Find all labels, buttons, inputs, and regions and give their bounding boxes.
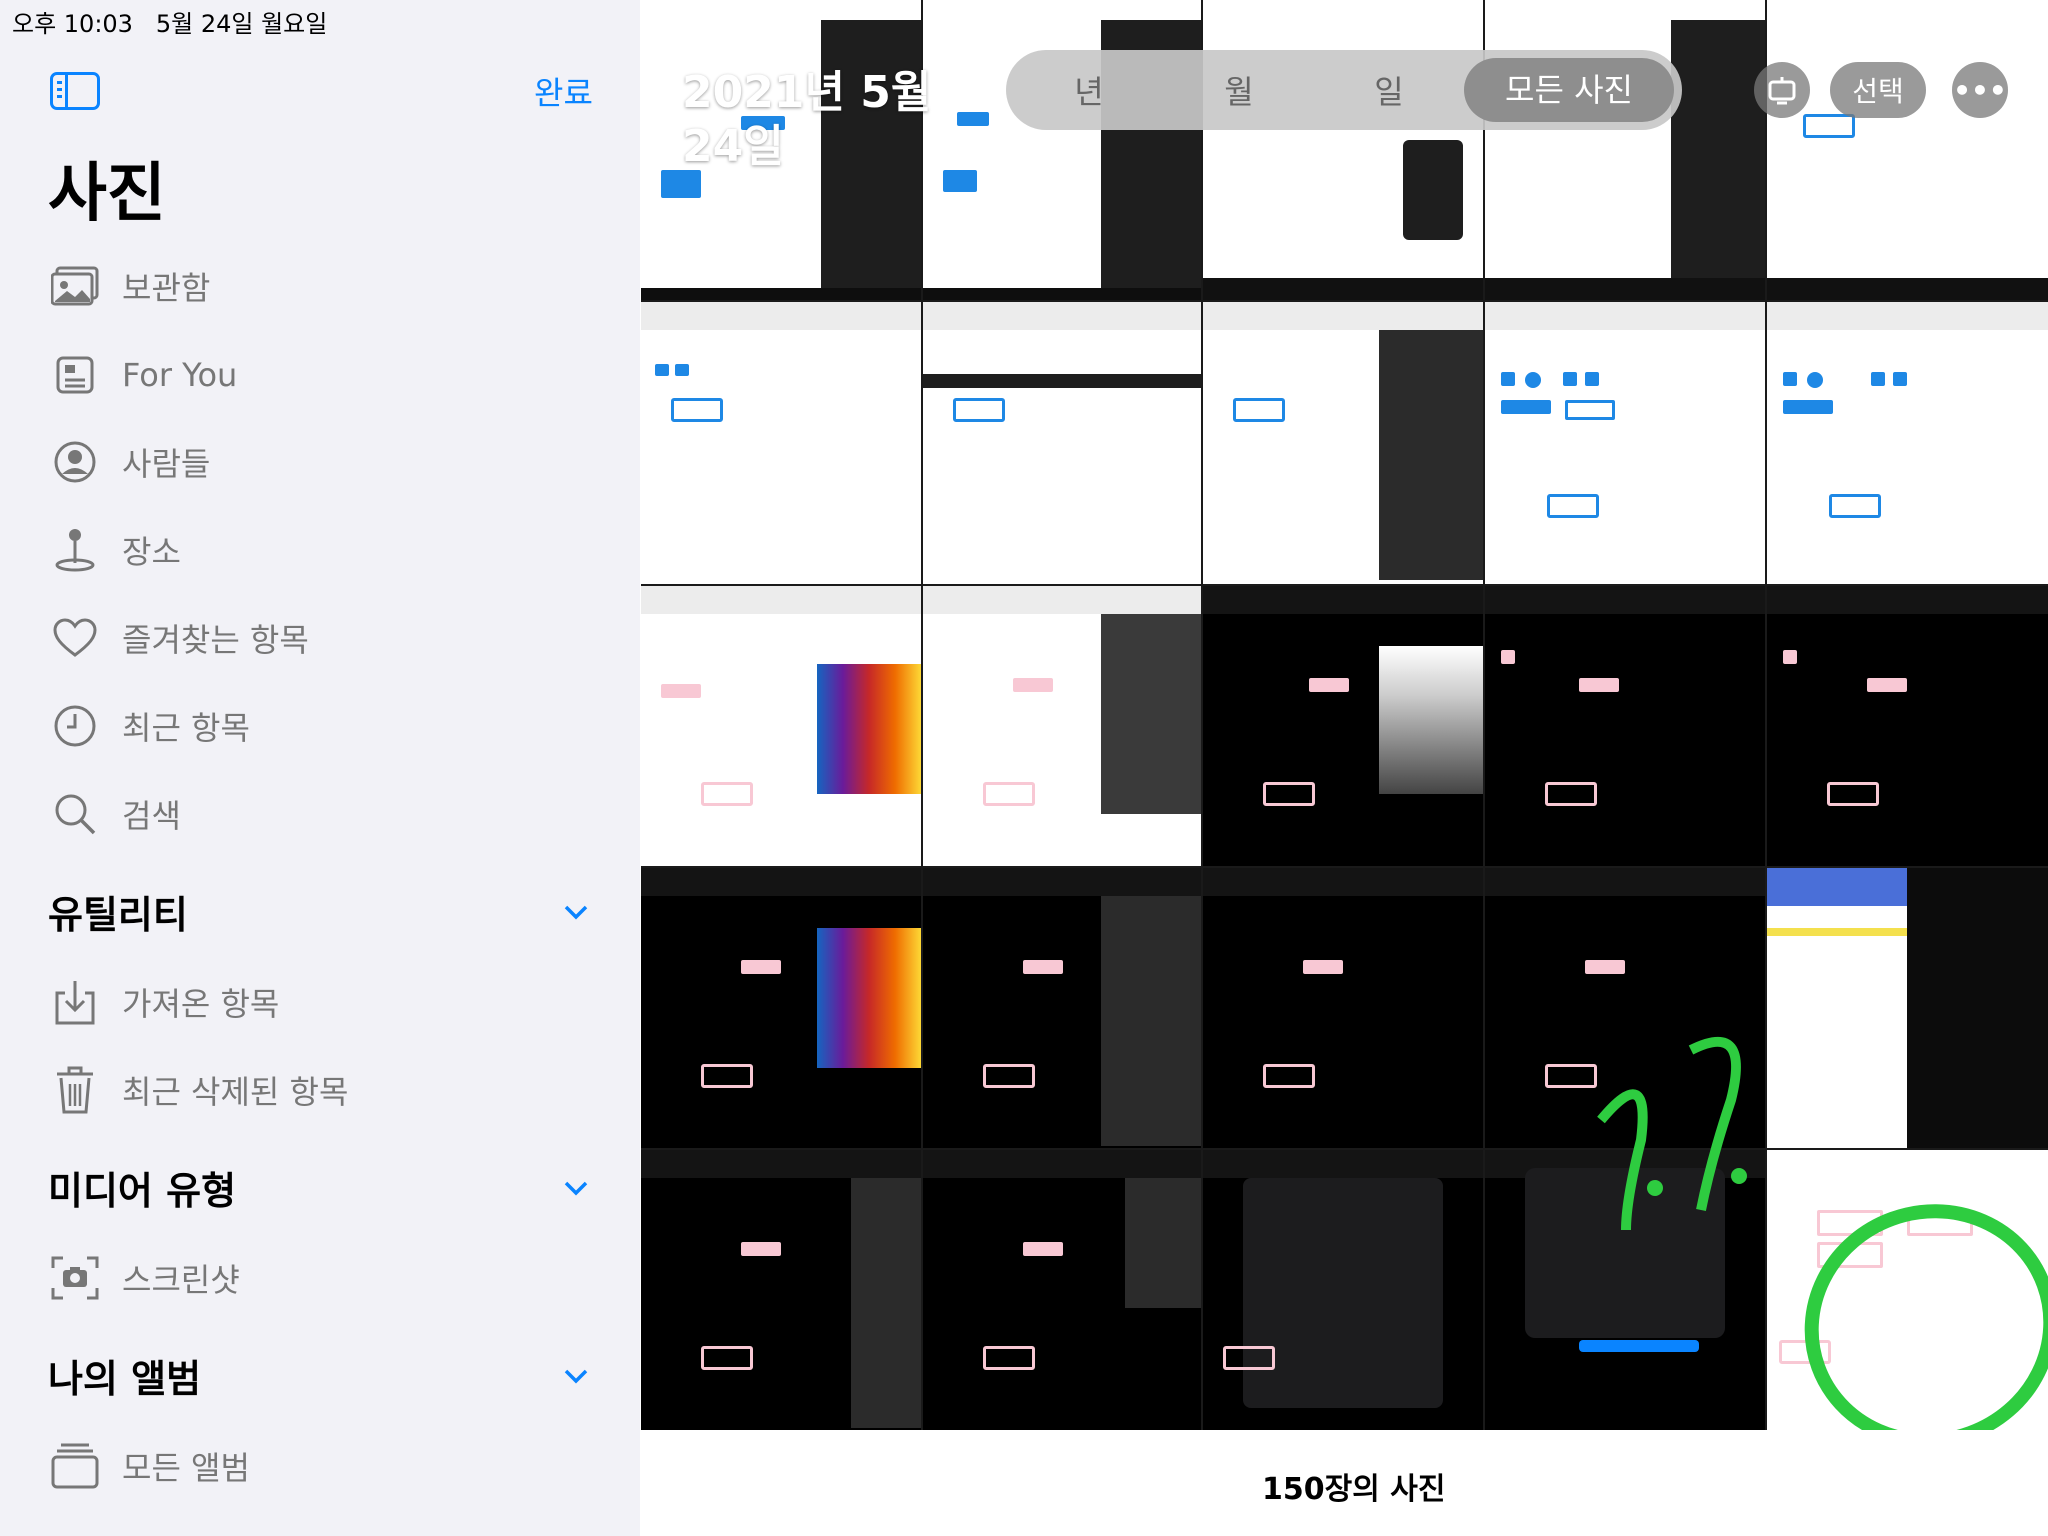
battery-icon <box>1992 6 2040 30</box>
sidebar-item-library[interactable]: 보관함 <box>48 256 210 316</box>
sidebar-item-imports[interactable]: 가져온 항목 <box>48 972 279 1032</box>
sidebar-item-screenshots[interactable]: 스크린샷 <box>48 1248 240 1308</box>
sidebar-item-recents[interactable]: 최근 항목 <box>48 696 250 756</box>
segment-years[interactable]: 년 <box>1014 67 1164 113</box>
section-media-types-title[interactable]: 미디어 유형 <box>48 1160 236 1215</box>
sidebar-item-label: 즐겨찾는 항목 <box>122 621 309 659</box>
sidebar-item-label: 장소 <box>122 533 181 571</box>
photo-library-icon <box>48 259 102 313</box>
sidebar-item-label: 스크린샷 <box>122 1261 240 1299</box>
battery-percent: 74% <box>1928 4 1982 32</box>
status-bar-left: 오후 10:03 5월 24일 월요일 <box>12 4 327 39</box>
trash-icon <box>48 1063 102 1117</box>
done-button[interactable]: 완료 <box>534 68 593 114</box>
slideshow-button[interactable] <box>1754 62 1810 118</box>
section-utilities-title[interactable]: 유틸리티 <box>48 884 188 939</box>
segment-all-photos[interactable]: 모든 사진 <box>1464 58 1674 122</box>
search-icon <box>48 787 102 841</box>
more-button[interactable]: ••• <box>1952 62 2008 118</box>
sidebar-item-label: 보관함 <box>122 269 211 307</box>
photo-count: 150장의 사진 <box>1262 1472 1446 1507</box>
for-you-icon <box>48 348 102 402</box>
sidebar-item-people[interactable]: 사람들 <box>48 432 210 492</box>
sidebar-item-all-albums[interactable]: 모든 앨범 <box>48 1436 250 1496</box>
albums-icon <box>48 1439 102 1493</box>
orientation-lock-icon <box>1897 7 1918 29</box>
sidebar-title: 사진 <box>48 157 166 231</box>
status-date: 5월 24일 월요일 <box>155 10 328 38</box>
photo-grid <box>641 0 2048 1430</box>
sidebar-item-label: 검색 <box>122 797 181 835</box>
chevron-down-icon[interactable] <box>562 898 590 926</box>
sidebar-item-places[interactable]: 장소 <box>48 520 181 580</box>
heart-icon <box>48 611 102 665</box>
sidebar-item-label: 최근 항목 <box>122 709 250 747</box>
sidebar-item-label: 최근 삭제된 항목 <box>122 1073 349 1111</box>
wifi-icon <box>1860 8 1887 27</box>
section-my-albums-title[interactable]: 나의 앨범 <box>48 1348 201 1403</box>
select-button[interactable]: 선택 <box>1830 62 1926 118</box>
status-time: 오후 10:03 <box>12 10 133 38</box>
chevron-down-icon[interactable] <box>562 1174 590 1202</box>
sidebar-item-favorites[interactable]: 즐겨찾는 항목 <box>48 608 309 668</box>
screenshot-icon <box>48 1251 102 1305</box>
status-bar-right: 74% <box>1860 4 2040 32</box>
sidebar-item-search[interactable]: 검색 <box>48 784 181 844</box>
sidebar-item-label: 모든 앨범 <box>122 1449 250 1487</box>
sidebar: 완료 사진 보관함 For You 사람들 장소 즐겨찾는 항목 최근 항목 검… <box>0 0 640 1536</box>
map-pin-icon <box>48 523 102 577</box>
sidebar-item-label: 가져온 항목 <box>122 985 280 1023</box>
sidebar-item-for-you[interactable]: For You <box>48 345 237 405</box>
person-icon <box>48 435 102 489</box>
segment-months[interactable]: 월 <box>1164 67 1314 113</box>
chevron-down-icon[interactable] <box>562 1362 590 1390</box>
clock-icon <box>48 699 102 753</box>
segment-days[interactable]: 일 <box>1314 67 1464 113</box>
view-segmented-control: 년 월 일 모든 사진 <box>1006 50 1682 130</box>
date-title: 2021년 5월 24일 <box>682 67 932 172</box>
sidebar-item-recently-deleted[interactable]: 최근 삭제된 항목 <box>48 1060 348 1120</box>
sidebar-item-label: 사람들 <box>122 445 211 483</box>
annotation-overlay <box>1597 1036 2048 1430</box>
import-icon <box>48 975 102 1029</box>
tv-icon <box>1768 77 1796 105</box>
sidebar-item-label: For You <box>122 356 238 394</box>
sidebar-toggle-button[interactable] <box>50 72 100 110</box>
